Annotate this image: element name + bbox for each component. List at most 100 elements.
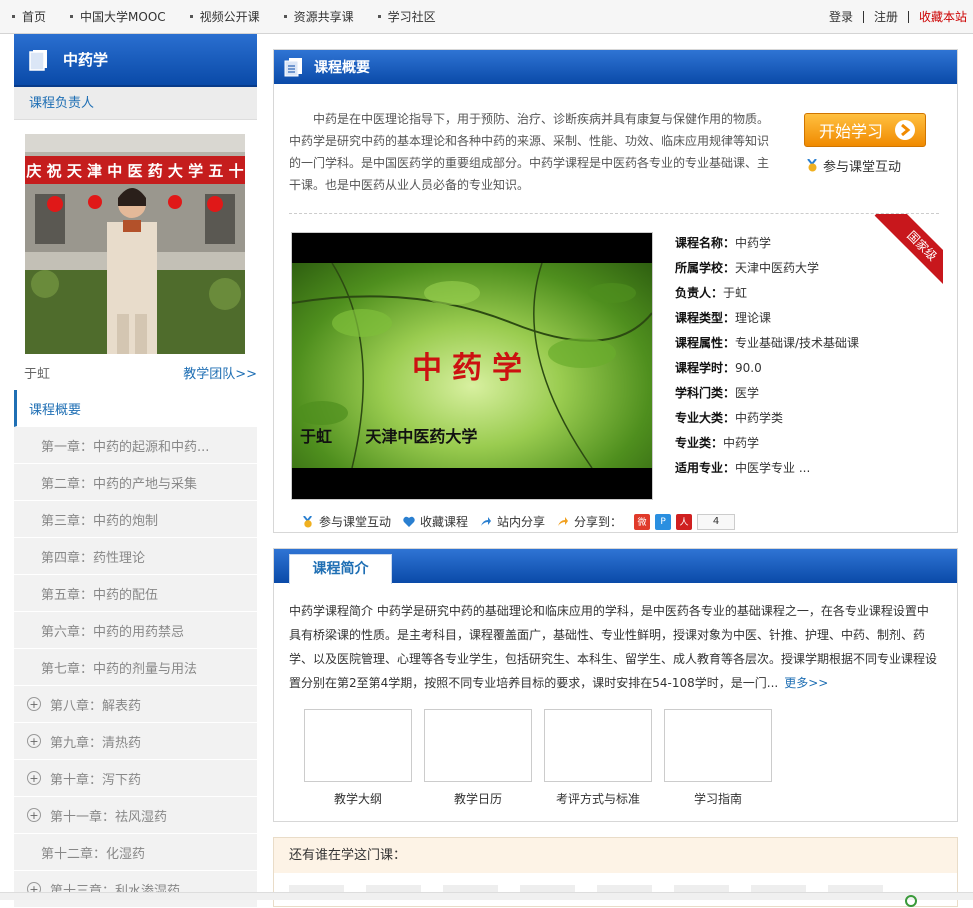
sidebar-item-label: 第十章：泻下药: [50, 772, 142, 788]
expand-plus-icon[interactable]: +: [27, 808, 41, 822]
doc-thumbnail[interactable]: [664, 709, 772, 782]
who-learning-title: 还有谁在学这门课：: [274, 838, 957, 873]
top-nav: 首页 中国大学MOOC 视频公开课 资源共享课 学习社区: [0, 0, 448, 33]
interact-label: 参与课堂互动: [319, 515, 392, 529]
top-nav-item[interactable]: 首页: [12, 8, 46, 25]
info-key: 学科门类：: [675, 386, 736, 400]
sidebar-item-chapter[interactable]: 第六章：中药的用药禁忌: [14, 612, 257, 649]
top-nav-item[interactable]: 中国大学MOOC: [70, 8, 166, 25]
medal-icon: [303, 515, 312, 528]
renren-share-icon[interactable]: 人: [676, 513, 693, 530]
collect-course-button[interactable]: 收藏课程: [403, 513, 468, 530]
bottom-strip: [0, 892, 973, 907]
info-key: 课程名称：: [675, 236, 736, 250]
top-nav-item[interactable]: 学习社区: [377, 8, 436, 25]
resource-doc[interactable]: 学习指南: [664, 709, 772, 807]
document-icon: [284, 58, 302, 77]
level-badge-label: 国家级: [874, 214, 943, 284]
info-value: 于虹: [723, 286, 748, 300]
top-right-links: 登录 注册 收藏本站: [819, 0, 967, 33]
info-key: 课程类型：: [675, 311, 736, 325]
info-value: 中医学专业 ...: [735, 461, 811, 475]
share-arrow-icon: [481, 516, 492, 526]
register-link[interactable]: 注册: [864, 8, 908, 25]
sidebar-item-label: 第十一章：祛风湿药: [50, 809, 168, 825]
top-nav-item[interactable]: 资源共享课: [283, 8, 354, 25]
sidebar-item-chapter[interactable]: + 第十章：泻下药: [14, 760, 257, 797]
sidebar-item-chapter[interactable]: 第七章：中药的剂量与用法: [14, 649, 257, 686]
top-nav-item[interactable]: 视频公开课: [189, 8, 260, 25]
sidebar-item-chapter[interactable]: + 第十一章：祛风湿药: [14, 797, 257, 834]
sidebar-item-label: 第八章：解表药: [50, 698, 142, 714]
expand-plus-icon[interactable]: +: [27, 771, 41, 785]
sidebar-item-chapter[interactable]: 第五章：中药的配伍: [14, 575, 257, 612]
resource-doc[interactable]: 教学大纲: [304, 709, 412, 807]
leader-heading: 课程负责人: [14, 87, 257, 120]
overview-title: 课程概要: [314, 60, 370, 76]
sidebar-item-chapter[interactable]: + 第九章：清热药: [14, 723, 257, 760]
medal-icon: [807, 159, 817, 172]
course-info-row: 专业大类：中药学类: [675, 409, 935, 434]
course-info-row: 专业类：中药学: [675, 434, 935, 459]
sidebar-item-label: 第三章：中药的炮制: [41, 513, 159, 529]
teaching-team-link[interactable]: 教学团队>>: [183, 363, 257, 382]
sidebar-item-chapter[interactable]: + 第十三章：利水渗湿药: [14, 871, 257, 908]
info-key: 课程属性：: [675, 336, 736, 350]
tab-course-intro[interactable]: 课程简介: [289, 554, 392, 584]
sidebar-item-overview[interactable]: 课程概要: [14, 390, 257, 427]
doc-thumbnail[interactable]: [304, 709, 412, 782]
top-bar: 首页 中国大学MOOC 视频公开课 资源共享课 学习社区 登录 注册 收藏本站: [0, 0, 973, 34]
sidebar-item-label: 第六章：中药的用药禁忌: [41, 624, 185, 640]
doc-thumbnail[interactable]: [424, 709, 532, 782]
sidebar-item-chapter[interactable]: 第十二章：化湿药: [14, 834, 257, 871]
info-value: 医学: [735, 386, 760, 400]
interact-link-top[interactable]: 参与课堂互动: [807, 156, 901, 175]
info-key: 适用专业：: [675, 461, 736, 475]
sidebar-item-chapter[interactable]: 第二章：中药的产地与采集: [14, 464, 257, 501]
interact-button[interactable]: 参与课堂互动: [302, 513, 391, 530]
info-value: 专业基础课/技术基础课: [735, 336, 860, 350]
info-key: 负责人：: [675, 286, 724, 300]
resource-doc[interactable]: 教学日历: [424, 709, 532, 807]
sidebar-item-chapter[interactable]: 第一章：中药的起源和中药...: [14, 427, 257, 464]
doc-label: 学习指南: [693, 792, 742, 806]
status-ring-icon: [905, 895, 917, 907]
national-level-badge: 国家级: [873, 214, 943, 284]
expand-plus-icon[interactable]: +: [27, 697, 41, 711]
sidebar-item-label: 第四章：药性理论: [41, 550, 146, 566]
site-share-button[interactable]: 站内分享: [480, 513, 545, 530]
overview-text: 中药是在中医理论指导下，用于预防、治疗、诊断疾病并具有康复与保健作用的物质。中药…: [289, 112, 770, 192]
sidebar-item-chapter[interactable]: + 第八章：解表药: [14, 686, 257, 723]
intro-text: 中药学课程简介 中药学是研究中药的基础理论和临床应用的学科，是中医药各专业的基础…: [289, 599, 939, 695]
weibo-share-icon[interactable]: 微: [634, 513, 651, 530]
intro-body: 中药学课程简介 中药学是研究中药的基础理论和临床应用的学科，是中医药各专业的基础…: [289, 604, 938, 690]
overview-title-bar: 课程概要: [274, 50, 957, 84]
sidebar-item-label: 第一章：中药的起源和中药...: [41, 439, 210, 455]
login-link[interactable]: 登录: [819, 8, 863, 25]
photo-banner-text: 庆 祝 天 津 中 医 药 大 学 五 十: [26, 162, 243, 180]
start-learning-button[interactable]: 开始学习: [804, 113, 926, 147]
expand-plus-icon[interactable]: +: [27, 734, 41, 748]
sidebar-item-chapter[interactable]: 第四章：药性理论: [14, 538, 257, 575]
resource-doc[interactable]: 考评方式与标准: [544, 709, 652, 807]
top-nav-label: 视频公开课: [199, 10, 260, 24]
course-info-row: 学科门类：医学: [675, 384, 935, 409]
share-to-label: 分享到：: [574, 515, 623, 529]
more-link[interactable]: 更多>>: [784, 676, 828, 690]
info-value: 天津中医药大学: [735, 261, 820, 275]
sidebar-item-label: 课程概要: [29, 402, 82, 418]
doc-thumbnail[interactable]: [544, 709, 652, 782]
qzone-share-icon[interactable]: P: [655, 513, 672, 530]
doc-label: 考评方式与标准: [555, 792, 640, 806]
course-video[interactable]: 中药学 于虹 天津中医药大学: [291, 232, 653, 500]
intro-panel: 课程简介 中药学课程简介 中药学是研究中药的基础理论和临床应用的学科，是中医药各…: [273, 548, 958, 822]
doc-label: 教学大纲: [333, 792, 382, 806]
teacher-photo: 庆 祝 天 津 中 医 药 大 学 五 十: [25, 134, 245, 354]
sidebar-item-label: 第二章：中药的产地与采集: [41, 476, 198, 492]
sidebar-item-label: 第七章：中药的剂量与用法: [41, 661, 198, 677]
sidebar-item-chapter[interactable]: 第三章：中药的炮制: [14, 501, 257, 538]
favorite-site-link[interactable]: 收藏本站: [909, 8, 967, 25]
bullet-icon: [283, 15, 287, 18]
sidebar-item-label: 第五章：中药的配伍: [41, 587, 159, 603]
teacher-name: 于虹: [24, 366, 51, 382]
